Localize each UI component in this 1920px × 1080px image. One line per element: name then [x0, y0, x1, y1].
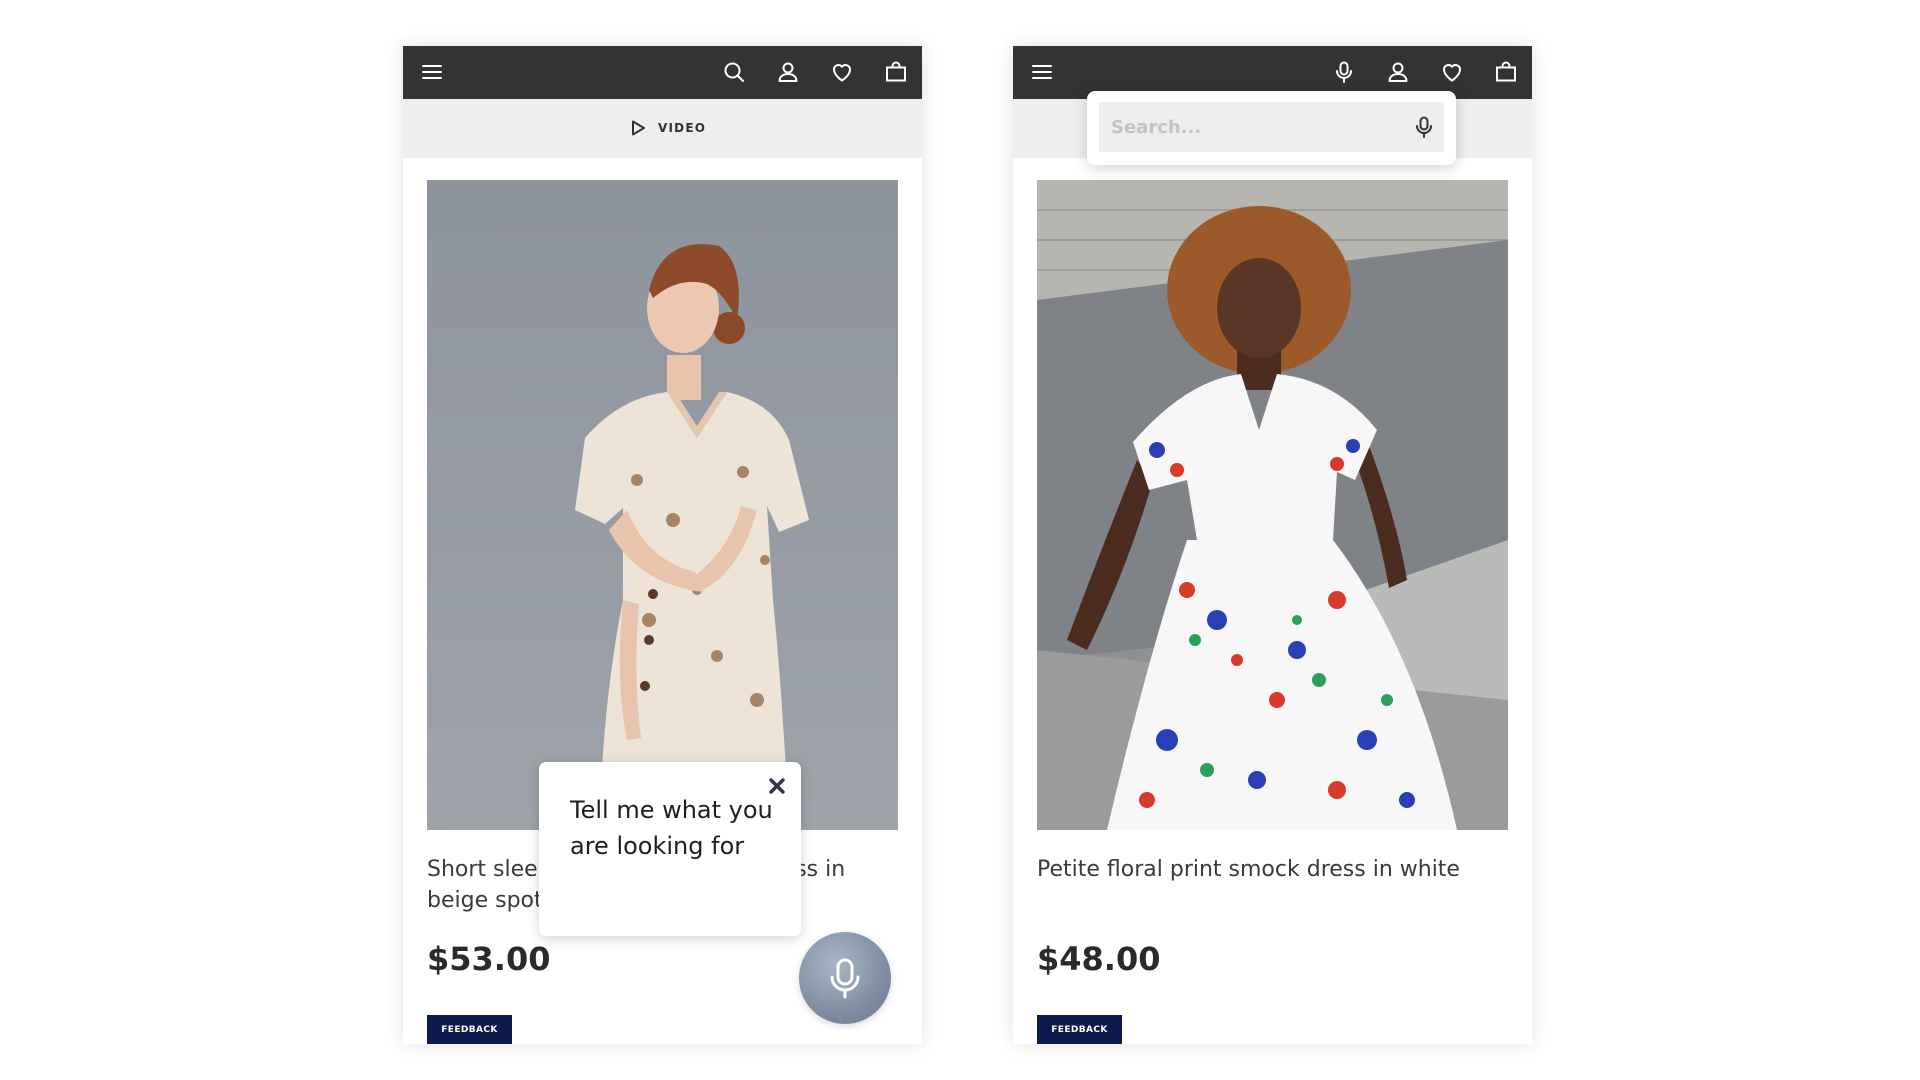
product-name-line2: beige spot — [427, 888, 543, 913]
video-link[interactable]: VIDEO — [628, 117, 706, 139]
bag-icon[interactable] — [1494, 60, 1518, 84]
heart-icon[interactable] — [1440, 60, 1464, 84]
bag-icon[interactable] — [884, 60, 908, 84]
feedback-button[interactable]: FEEDBACK — [1037, 1015, 1122, 1044]
product-name-line1-start: Short slee — [427, 857, 538, 882]
voice-search-button[interactable] — [799, 932, 891, 1024]
search-icon[interactable] — [722, 60, 746, 84]
microphone-icon — [830, 958, 860, 999]
voice-prompt-text: Tell me what you are looking for — [570, 796, 773, 860]
video-bar: VIDEO — [403, 99, 922, 158]
product-price: $48.00 — [1037, 940, 1161, 978]
user-icon[interactable] — [1386, 60, 1410, 84]
user-icon[interactable] — [776, 60, 800, 84]
phone-screen-left: VIDEO Short slee ess in beige spot $53.0… — [403, 46, 922, 1044]
microphone-icon[interactable] — [1332, 60, 1356, 84]
close-icon[interactable] — [763, 772, 791, 800]
product-price: $53.00 — [427, 940, 551, 978]
product-image[interactable] — [1037, 180, 1508, 830]
voice-assistant-popup: Tell me what you are looking for — [539, 762, 801, 936]
product-name[interactable]: Petite floral print smock dress in white — [1037, 854, 1508, 885]
top-navigation-bar — [403, 46, 922, 99]
phone-screen-right: Petite floral print smock dress in white… — [1013, 46, 1532, 1044]
menu-icon[interactable] — [1030, 60, 1054, 84]
menu-icon[interactable] — [420, 60, 444, 84]
play-icon — [632, 120, 645, 136]
product-image[interactable] — [427, 180, 898, 830]
search-input[interactable] — [1111, 102, 1401, 152]
feedback-button[interactable]: FEEDBACK — [427, 1015, 512, 1044]
microphone-icon[interactable] — [1412, 115, 1436, 139]
search-field — [1099, 102, 1444, 152]
search-dropdown — [1087, 91, 1456, 165]
heart-icon[interactable] — [830, 60, 854, 84]
video-label: VIDEO — [658, 121, 707, 135]
